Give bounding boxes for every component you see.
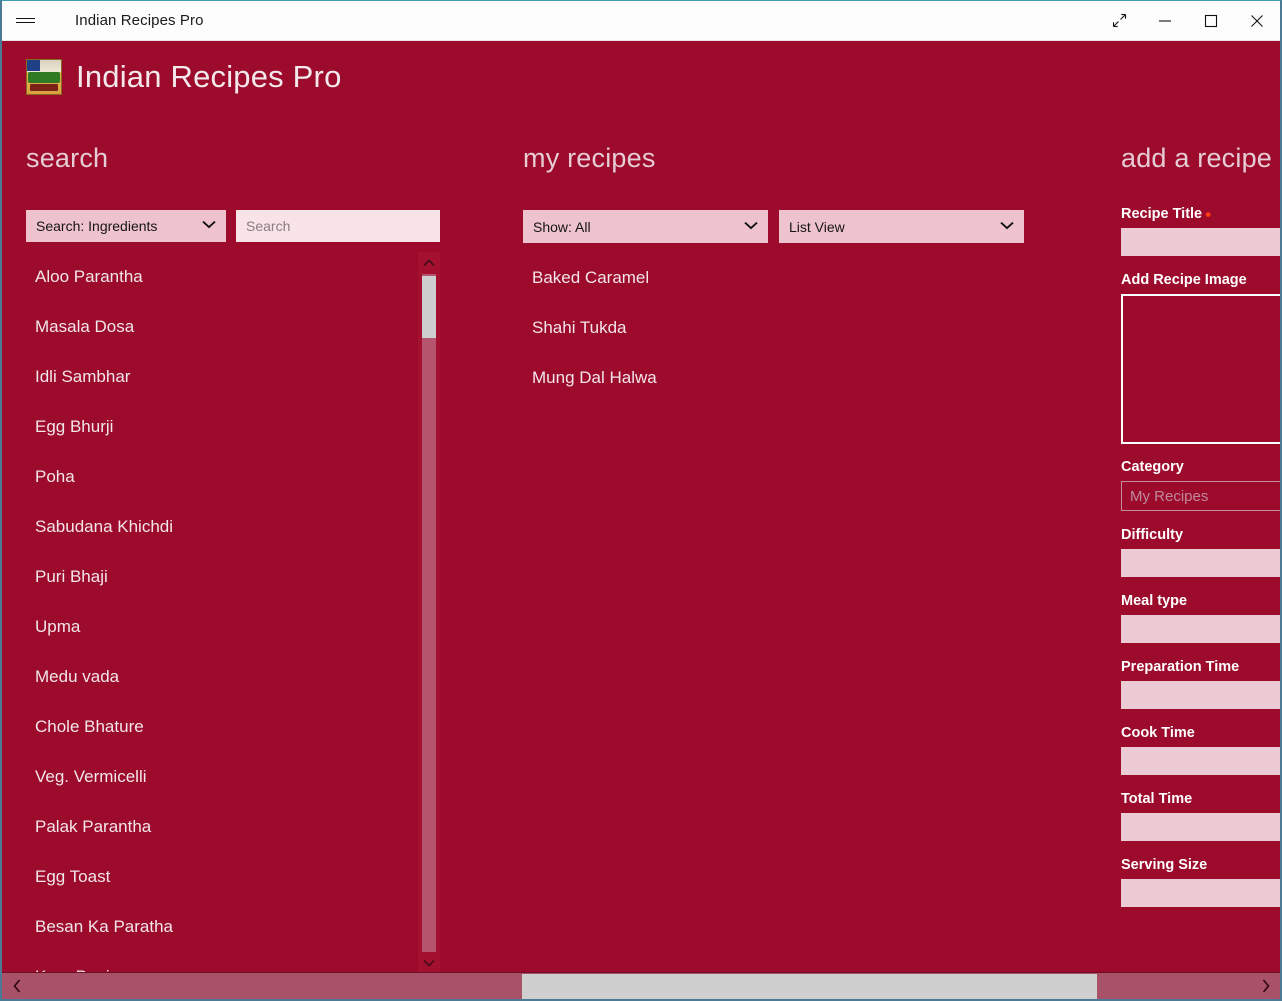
- search-result-item[interactable]: Aloo Parantha: [26, 252, 418, 302]
- search-result-item[interactable]: Puri Bhaji: [26, 552, 418, 602]
- search-result-item[interactable]: Veg. Vermicelli: [26, 752, 418, 802]
- serving-size-field[interactable]: [1121, 879, 1280, 907]
- window-title: Indian Recipes Pro: [75, 12, 204, 29]
- recipe-title-label: Recipe Title •: [1121, 205, 1212, 224]
- search-result-item[interactable]: Chole Bhature: [26, 702, 418, 752]
- difficulty-label: Difficulty: [1121, 527, 1184, 543]
- my-recipes-panel: my recipes Show: AllShow: FavoritesShow:…: [523, 143, 1083, 403]
- logo-flag: [27, 60, 40, 71]
- show-filter-select[interactable]: Show: AllShow: FavoritesShow: Recent: [523, 210, 768, 243]
- difficulty-field[interactable]: [1121, 549, 1280, 577]
- app-window: Indian Recipes Pro Indian Recipes Pro se…: [0, 0, 1282, 1001]
- recipe-image-label: Add Recipe Image: [1121, 272, 1247, 288]
- search-controls: Search: IngredientsSearch: TitleSearch: …: [26, 210, 440, 242]
- logo-wordmark: [28, 72, 60, 83]
- vertical-scrollbar-track[interactable]: [422, 274, 436, 952]
- chevron-down-icon[interactable]: [418, 952, 440, 974]
- search-result-item[interactable]: Egg Toast: [26, 852, 418, 902]
- recipe-image-dropzone[interactable]: [1121, 294, 1280, 444]
- category-field[interactable]: [1121, 481, 1280, 511]
- my-recipe-item[interactable]: Baked Caramel: [523, 253, 1083, 303]
- app-logo-icon: [26, 59, 62, 95]
- restore-down-icon[interactable]: [1096, 1, 1142, 41]
- serving-size-label: Serving Size: [1121, 857, 1208, 873]
- chevron-left-icon[interactable]: [2, 973, 32, 1000]
- recipe-title-field[interactable]: [1121, 228, 1280, 256]
- add-recipe-panel: add a recipe Recipe Title • Add Recipe Im…: [1121, 143, 1280, 923]
- search-results-region: Aloo Parantha Masala Dosa Idli Sambhar Egg …: [26, 252, 440, 974]
- search-result-item[interactable]: Idli Sambhar: [26, 352, 418, 402]
- search-results-list[interactable]: Aloo Parantha Masala Dosa Idli Sambhar Egg …: [26, 252, 418, 974]
- logo-subtitle: [30, 84, 58, 91]
- add-recipe-form: Recipe Title • Add Recipe Image Category …: [1121, 205, 1280, 923]
- my-recipes-heading: my recipes: [523, 143, 656, 173]
- required-marker-icon: •: [1205, 205, 1212, 224]
- cook-time-label: Cook Time: [1121, 725, 1195, 741]
- add-recipe-heading: add a recipe: [1121, 143, 1273, 173]
- show-filter-select-wrapper: Show: AllShow: FavoritesShow: Recent: [523, 210, 768, 243]
- window-controls: [1096, 1, 1280, 41]
- chevron-up-icon[interactable]: [418, 252, 440, 274]
- chevron-right-icon[interactable]: [1250, 973, 1280, 1000]
- search-panel: search Search: IngredientsSearch: TitleS…: [26, 143, 440, 974]
- meal-type-label: Meal type: [1121, 593, 1188, 609]
- app-header: Indian Recipes Pro: [2, 41, 342, 113]
- title-bar: Indian Recipes Pro: [2, 1, 1280, 41]
- close-icon[interactable]: [1234, 1, 1280, 41]
- maximize-icon[interactable]: [1188, 1, 1234, 41]
- total-time-field[interactable]: [1121, 813, 1280, 841]
- horizontal-scrollbar-thumb[interactable]: [522, 973, 1097, 999]
- search-result-item[interactable]: Poha: [26, 452, 418, 502]
- search-result-item[interactable]: Masala Dosa: [26, 302, 418, 352]
- horizontal-scrollbar[interactable]: [2, 972, 1280, 999]
- search-result-item[interactable]: Sabudana Khichdi: [26, 502, 418, 552]
- search-input[interactable]: [236, 210, 440, 242]
- minimize-icon[interactable]: [1142, 1, 1188, 41]
- cook-time-field[interactable]: [1121, 747, 1280, 775]
- search-heading: search: [26, 143, 109, 173]
- search-result-item[interactable]: Egg Bhurji: [26, 402, 418, 452]
- vertical-scrollbar[interactable]: [418, 252, 440, 974]
- hamburger-bar: [15, 17, 35, 20]
- my-recipes-list[interactable]: Baked Caramel Shahi Tukda Mung Dal Halwa: [523, 253, 1083, 403]
- search-result-item[interactable]: Palak Parantha: [26, 802, 418, 852]
- meal-type-field[interactable]: [1121, 615, 1280, 643]
- vertical-scrollbar-thumb[interactable]: [422, 276, 436, 338]
- search-mode-select[interactable]: Search: IngredientsSearch: TitleSearch: …: [26, 210, 226, 242]
- search-result-item[interactable]: Besan Ka Paratha: [26, 902, 418, 952]
- search-result-item[interactable]: Medu vada: [26, 652, 418, 702]
- my-recipe-item[interactable]: Mung Dal Halwa: [523, 353, 1083, 403]
- search-result-item[interactable]: Kara Paniyaram: [26, 952, 418, 974]
- hamburger-menu-icon[interactable]: [2, 1, 48, 41]
- search-mode-select-wrapper: Search: IngredientsSearch: TitleSearch: …: [26, 210, 226, 242]
- category-label: Category: [1121, 459, 1184, 475]
- view-mode-select-wrapper: List ViewGrid ViewTile View: [779, 210, 1024, 243]
- horizontal-scrollbar-track[interactable]: [32, 973, 1250, 1000]
- total-time-label: Total Time: [1121, 791, 1193, 807]
- my-recipe-item[interactable]: Shahi Tukda: [523, 303, 1083, 353]
- view-mode-select[interactable]: List ViewGrid ViewTile View: [779, 210, 1024, 243]
- page-title: Indian Recipes Pro: [76, 59, 342, 94]
- preparation-time-label: Preparation Time: [1121, 659, 1240, 675]
- hamburger-bar: [15, 21, 35, 24]
- search-result-item[interactable]: Upma: [26, 602, 418, 652]
- my-recipes-controls: Show: AllShow: FavoritesShow: Recent Lis…: [523, 210, 1083, 243]
- preparation-time-field[interactable]: [1121, 681, 1280, 709]
